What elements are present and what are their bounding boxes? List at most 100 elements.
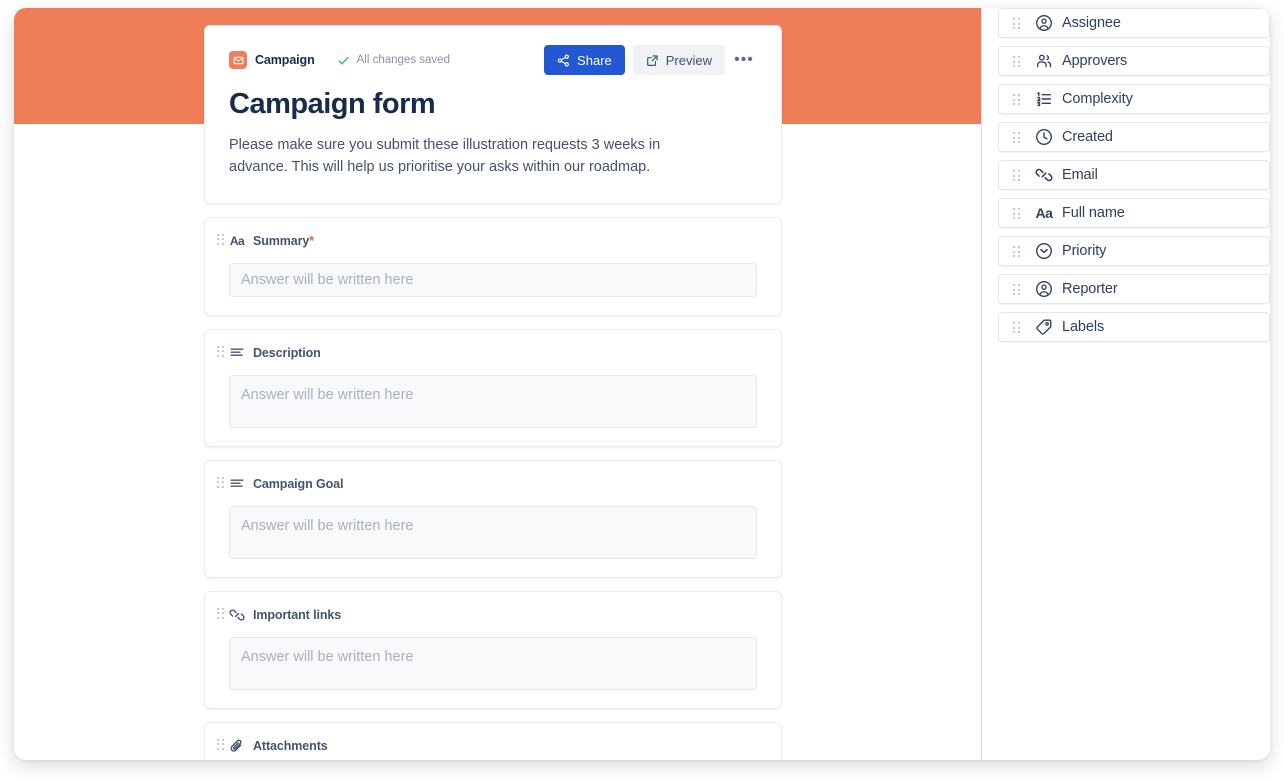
drag-dot bbox=[217, 485, 219, 488]
field-library-item-priority[interactable]: Priority bbox=[998, 236, 1270, 266]
campaign-chip[interactable]: Campaign bbox=[229, 51, 315, 69]
drag-dot bbox=[1013, 98, 1015, 101]
drag-dot bbox=[221, 607, 224, 610]
drag-dot bbox=[1017, 22, 1020, 25]
question-card[interactable]: Aa Summary * Answer will be written here bbox=[204, 216, 782, 316]
drag-handle[interactable] bbox=[1013, 246, 1021, 258]
drag-handle[interactable] bbox=[217, 233, 225, 246]
drag-handle[interactable] bbox=[217, 476, 225, 489]
drag-dot bbox=[1013, 331, 1015, 333]
drag-dot bbox=[1017, 98, 1020, 101]
drag-dot bbox=[221, 612, 224, 615]
question-label: Summary bbox=[253, 233, 310, 248]
question-card[interactable]: Important links Answer will be written he… bbox=[204, 590, 782, 709]
field-library-item-label: Email bbox=[1062, 167, 1098, 183]
drag-dot bbox=[217, 743, 219, 746]
question-label-row: Important links bbox=[229, 605, 757, 625]
save-status: All changes saved bbox=[337, 54, 450, 67]
drag-dot bbox=[217, 354, 219, 357]
question-card[interactable]: Campaign Goal Answer will be written here bbox=[204, 459, 782, 578]
question-label: Description bbox=[253, 345, 321, 360]
drag-handle[interactable] bbox=[1013, 208, 1021, 220]
answer-input[interactable]: Answer will be written here bbox=[229, 262, 757, 297]
field-library-sidebar: Assignee Approvers Complexity Created Email A… bbox=[998, 8, 1270, 350]
drag-dot bbox=[217, 738, 219, 741]
drag-dot bbox=[1013, 246, 1015, 248]
field-library-item-full-name[interactable]: Aa Full name bbox=[998, 198, 1270, 228]
drag-dot bbox=[1013, 103, 1015, 105]
question-label-row: Campaign Goal bbox=[229, 474, 757, 494]
drag-dot bbox=[1013, 18, 1015, 20]
field-library-item-approvers[interactable]: Approvers bbox=[998, 46, 1270, 76]
field-library-item-complexity[interactable]: Complexity bbox=[998, 84, 1270, 114]
drag-dot bbox=[217, 242, 219, 245]
field-library-item-labels[interactable]: Labels bbox=[998, 312, 1270, 342]
people-group-icon bbox=[1035, 52, 1053, 70]
drag-dot bbox=[221, 476, 224, 479]
drag-dot bbox=[217, 607, 219, 610]
drag-dot bbox=[1017, 250, 1020, 253]
drag-handle[interactable] bbox=[1013, 18, 1021, 30]
drag-handle[interactable] bbox=[1013, 284, 1021, 296]
tag-icon bbox=[1035, 318, 1053, 336]
drag-dot bbox=[217, 747, 219, 750]
drag-handle[interactable] bbox=[1013, 132, 1021, 144]
drag-dot bbox=[1017, 94, 1020, 96]
question-label: Attachments bbox=[253, 738, 328, 753]
drag-dot bbox=[217, 476, 219, 479]
drag-dot bbox=[1013, 288, 1015, 291]
drag-handle[interactable] bbox=[1013, 94, 1021, 106]
ordered-list-icon bbox=[1035, 90, 1053, 108]
drag-dot bbox=[1013, 293, 1015, 295]
check-icon bbox=[337, 54, 350, 67]
drag-dot bbox=[1013, 212, 1015, 215]
form-toolbar: Campaign All changes saved Share Preview… bbox=[229, 44, 757, 76]
answer-placeholder: Answer will be written here bbox=[241, 648, 414, 665]
external-link-icon bbox=[646, 54, 659, 67]
drag-dot bbox=[1017, 246, 1020, 248]
drag-handle[interactable] bbox=[217, 738, 225, 751]
question-card[interactable]: AttachmentsAttachments will be uploaded … bbox=[204, 721, 782, 760]
drag-dot bbox=[217, 612, 219, 615]
field-library-item-created[interactable]: Created bbox=[998, 122, 1270, 152]
person-circle-icon bbox=[1035, 280, 1053, 298]
field-library-item-label: Full name bbox=[1062, 205, 1125, 221]
app-window: Campaign All changes saved Share Preview… bbox=[14, 8, 1270, 760]
drag-dot bbox=[221, 481, 224, 484]
field-library-item-assignee[interactable]: Assignee bbox=[998, 8, 1270, 38]
field-library-item-reporter[interactable]: Reporter bbox=[998, 274, 1270, 304]
field-library-item-email[interactable]: Email bbox=[998, 160, 1270, 190]
form-description: Please make sure you submit these illust… bbox=[229, 137, 661, 176]
share-nodes-icon bbox=[557, 54, 570, 67]
drag-dot bbox=[1013, 284, 1015, 286]
share-button[interactable]: Share bbox=[544, 45, 625, 75]
answer-input[interactable]: Answer will be written here bbox=[229, 636, 757, 690]
drag-dot bbox=[1017, 174, 1020, 177]
drag-handle[interactable] bbox=[1013, 170, 1021, 182]
drag-handle[interactable] bbox=[1013, 322, 1021, 334]
field-library-item-label: Reporter bbox=[1062, 281, 1118, 297]
drag-dot bbox=[1013, 217, 1015, 219]
answer-input[interactable]: Answer will be written here bbox=[229, 505, 757, 559]
drag-dot bbox=[1013, 141, 1015, 143]
campaign-label: Campaign bbox=[255, 53, 315, 67]
drag-dot bbox=[217, 238, 219, 241]
link-icon bbox=[1035, 166, 1053, 184]
drag-dot bbox=[1017, 56, 1020, 58]
preview-button[interactable]: Preview bbox=[632, 45, 725, 75]
drag-dot bbox=[221, 738, 224, 741]
answer-input[interactable]: Answer will be written here bbox=[229, 374, 757, 428]
question-label-row: Description bbox=[229, 343, 757, 363]
drag-dot bbox=[1013, 60, 1015, 63]
drag-dot bbox=[1013, 22, 1015, 25]
drag-dot bbox=[1017, 288, 1020, 291]
drag-handle[interactable] bbox=[1013, 56, 1021, 68]
paragraph-lines-icon bbox=[229, 345, 245, 361]
drag-handle[interactable] bbox=[217, 345, 225, 358]
drag-dot bbox=[1017, 293, 1020, 295]
field-library-item-label: Created bbox=[1062, 129, 1113, 145]
drag-handle[interactable] bbox=[217, 607, 225, 620]
page-title: Campaign form bbox=[229, 88, 436, 120]
more-options-button[interactable]: ••• bbox=[731, 45, 757, 75]
question-card[interactable]: Description Answer will be written here bbox=[204, 328, 782, 447]
